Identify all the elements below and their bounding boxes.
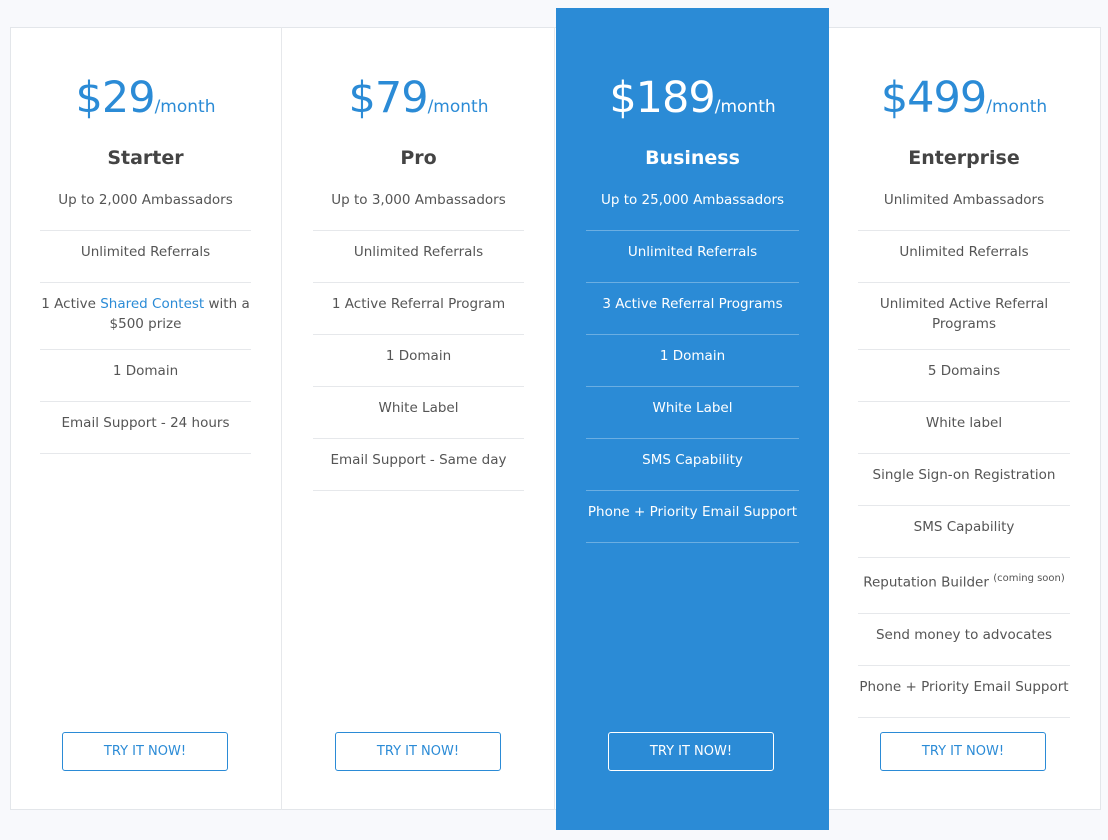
feature-item: Email Support - 24 hours (40, 402, 251, 454)
feature-item: Single Sign-on Registration (858, 454, 1070, 506)
feature-item: 1 Domain (313, 335, 524, 387)
coming-soon-note: (coming soon) (993, 573, 1065, 584)
plan-business: $189/month Business Up to 25,000 Ambassa… (556, 8, 829, 830)
plan-name: Starter (107, 147, 184, 169)
feature-item: Unlimited Active Referral Programs (858, 283, 1070, 350)
price-period: /month (154, 97, 216, 117)
feature-item: White Label (586, 387, 799, 439)
price-amount: $29 (75, 73, 156, 123)
feature-list: Unlimited Ambassadors Unlimited Referral… (858, 179, 1070, 718)
feature-item: Up to 2,000 Ambassadors (40, 179, 251, 231)
feature-item: Unlimited Ambassadors (858, 179, 1070, 231)
try-it-now-button[interactable]: TRY IT NOW! (62, 732, 228, 771)
feature-text: Reputation Builder (863, 574, 989, 591)
price-period: /month (714, 97, 776, 117)
feature-item: White label (858, 402, 1070, 454)
feature-item: SMS Capability (586, 439, 799, 491)
feature-list: Up to 3,000 Ambassadors Unlimited Referr… (313, 179, 524, 491)
feature-item: 1 Active Shared Contest with a $500 priz… (40, 283, 251, 350)
price-amount: $79 (348, 73, 429, 123)
try-it-now-button[interactable]: TRY IT NOW! (608, 732, 774, 771)
feature-list: Up to 25,000 Ambassadors Unlimited Refer… (586, 179, 799, 543)
feature-item: Up to 3,000 Ambassadors (313, 179, 524, 231)
feature-item: 1 Active Referral Program (313, 283, 524, 335)
shared-contest-link[interactable]: Shared Contest (100, 296, 204, 312)
try-it-now-button[interactable]: TRY IT NOW! (880, 732, 1046, 771)
price-amount: $189 (609, 73, 715, 123)
plan-pro: $79/month Pro Up to 3,000 Ambassadors Un… (283, 27, 555, 810)
feature-item: Email Support - Same day (313, 439, 524, 491)
feature-item: 5 Domains (858, 350, 1070, 402)
plan-price: $189/month (556, 73, 829, 132)
feature-item: 1 Domain (586, 335, 799, 387)
feature-text: 1 Active (41, 296, 101, 312)
plan-starter: $29/month Starter Up to 2,000 Ambassador… (10, 27, 282, 810)
feature-item: White Label (313, 387, 524, 439)
feature-item: Reputation Builder (coming soon) (858, 558, 1070, 614)
feature-item: Phone + Priority Email Support (858, 666, 1070, 718)
feature-item: Unlimited Referrals (313, 231, 524, 283)
price-amount: $499 (880, 73, 987, 123)
plan-price: $499/month (828, 73, 1100, 132)
feature-item: 1 Domain (40, 350, 251, 402)
feature-item: Phone + Priority Email Support (586, 491, 799, 543)
plan-price: $79/month (283, 73, 554, 132)
plan-name: Enterprise (908, 147, 1020, 169)
feature-item: Unlimited Referrals (586, 231, 799, 283)
try-it-now-button[interactable]: TRY IT NOW! (335, 732, 501, 771)
feature-item: Up to 25,000 Ambassadors (586, 179, 799, 231)
plan-name: Business (645, 147, 740, 169)
feature-item: 3 Active Referral Programs (586, 283, 799, 335)
feature-item: SMS Capability (858, 506, 1070, 558)
feature-item: Send money to advocates (858, 614, 1070, 666)
feature-item: Unlimited Referrals (40, 231, 251, 283)
feature-list: Up to 2,000 Ambassadors Unlimited Referr… (40, 179, 251, 454)
plan-enterprise: $499/month Enterprise Unlimited Ambassad… (828, 27, 1100, 810)
price-period: /month (427, 97, 489, 117)
plan-price: $29/month (10, 73, 281, 132)
plan-name: Pro (400, 147, 437, 169)
price-period: /month (986, 97, 1048, 117)
feature-item: Unlimited Referrals (858, 231, 1070, 283)
